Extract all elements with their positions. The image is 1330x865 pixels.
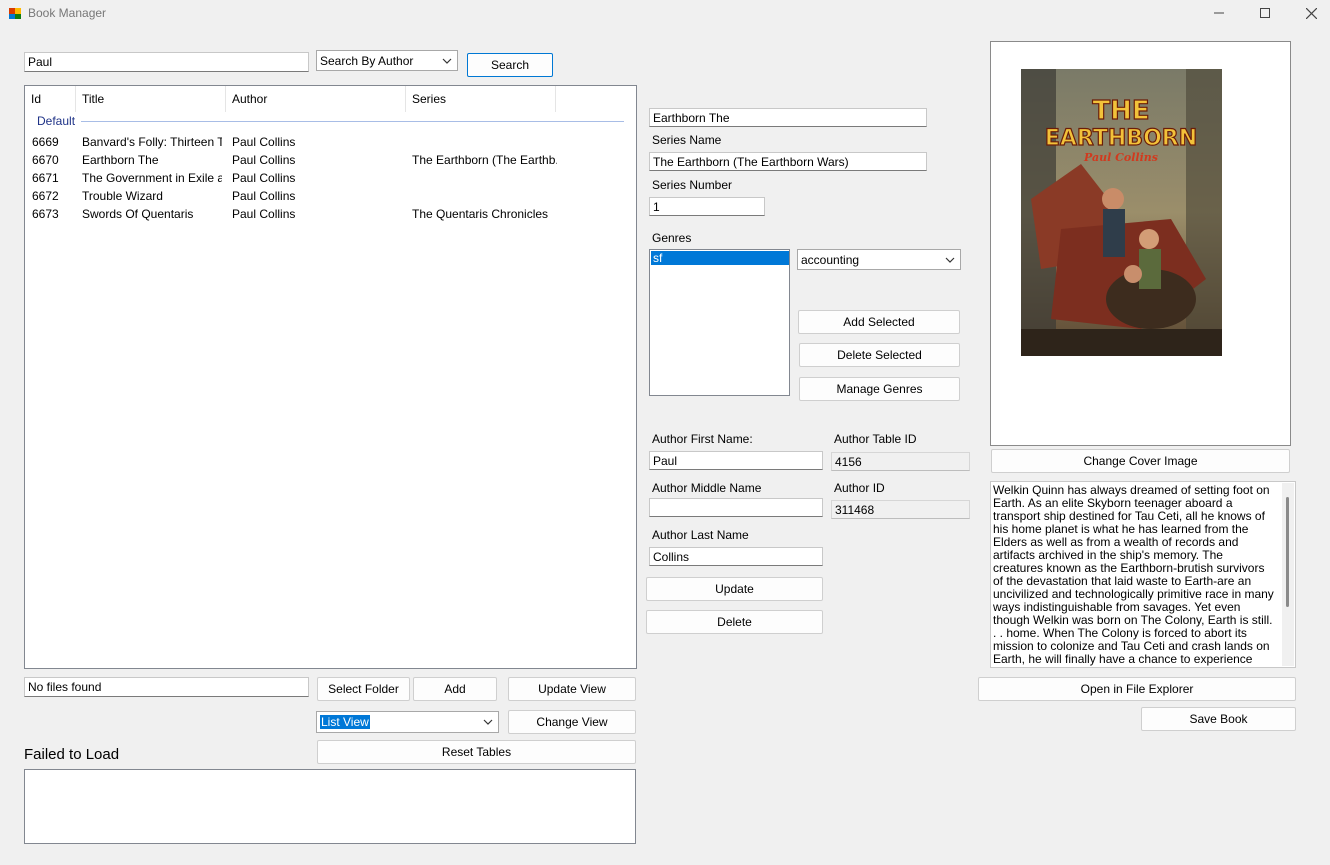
app-icon [8,6,22,20]
column-header-title[interactable]: Title [76,86,226,112]
scrollbar-thumb[interactable] [1286,497,1289,607]
manage-genres-button[interactable]: Manage Genres [799,377,960,401]
genre-item[interactable]: sf [651,251,789,265]
cover-author-text: Paul Collins [1083,151,1158,164]
table-row[interactable]: 6673 Swords Of Quentaris Paul Collins Th… [25,205,636,223]
series-name-field[interactable]: The Earthborn (The Earthborn Wars) [649,152,927,171]
group-divider [81,121,624,122]
series-name-label: Series Name [652,133,722,147]
minimize-button[interactable] [1196,0,1242,26]
delete-selected-genre-button[interactable]: Delete Selected [799,343,960,367]
cell-id: 6671 [32,171,59,185]
column-header-id[interactable]: Id [25,86,76,112]
author-id-label: Author ID [834,481,885,495]
add-button[interactable]: Add [413,677,497,701]
cell-id: 6670 [32,153,59,167]
author-middle-name-field[interactable] [649,498,823,517]
search-button[interactable]: Search [467,53,553,77]
list-header: Id Title Author Series [25,86,636,112]
update-button[interactable]: Update [646,577,823,601]
table-row[interactable]: 6672 Trouble Wizard Paul Collins [25,187,636,205]
chevron-down-icon [943,253,957,267]
cell-id: 6672 [32,189,59,203]
author-first-name-label: Author First Name: [652,432,753,446]
open-in-file-explorer-button[interactable]: Open in File Explorer [978,677,1296,701]
series-number-field[interactable]: 1 [649,197,765,216]
view-mode-value: List View [320,715,370,729]
change-cover-image-button[interactable]: Change Cover Image [991,449,1290,473]
close-button[interactable] [1288,0,1330,26]
search-mode-select[interactable]: Search By Author [316,50,458,71]
table-row[interactable]: 6669 Banvard's Folly: Thirteen T... Paul… [25,133,636,151]
table-row[interactable]: 6670 Earthborn The Paul Collins The Eart… [25,151,636,169]
cell-title: The Government in Exile a... [82,171,222,185]
author-first-name-field[interactable]: Paul [649,451,823,470]
cell-author: Paul Collins [232,189,296,203]
search-mode-value: Search By Author [320,53,414,68]
genres-label: Genres [652,231,692,245]
cell-title: Swords Of Quentaris [82,207,194,221]
author-last-name-label: Author Last Name [652,528,749,542]
table-row[interactable]: 6671 The Government in Exile a... Paul C… [25,169,636,187]
cell-title: Banvard's Folly: Thirteen T... [82,135,222,149]
cell-id: 6673 [32,207,59,221]
cell-title: Earthborn The [82,153,159,167]
update-view-button[interactable]: Update View [508,677,636,701]
cell-series: The Earthborn (The Earthb... [412,153,557,167]
author-table-id-label: Author Table ID [834,432,917,446]
genre-list[interactable]: sf [649,249,790,396]
view-mode-select[interactable]: List View [316,711,499,733]
save-book-button[interactable]: Save Book [1141,707,1296,731]
chevron-down-icon [481,715,495,729]
list-group-label: Default [37,114,76,128]
column-header-series[interactable]: Series [406,86,556,112]
author-table-id-field: 4156 [831,452,970,471]
reset-tables-button[interactable]: Reset Tables [317,740,636,764]
search-input[interactable]: Paul [24,52,309,72]
cell-title: Trouble Wizard [82,189,163,203]
book-list[interactable]: Id Title Author Series Default 6669 Banv… [24,85,637,669]
failed-to-load-list[interactable] [24,769,636,844]
cell-author: Paul Collins [232,135,296,149]
cover-title-line1: THE [1092,96,1149,126]
maximize-button[interactable] [1242,0,1288,26]
files-status-field[interactable]: No files found [24,677,309,697]
chevron-down-icon [440,54,454,68]
book-title-field[interactable]: Earthborn The [649,108,927,127]
cell-series: The Quentaris Chronicles [412,207,549,221]
column-header-author[interactable]: Author [226,86,406,112]
failed-to-load-label: Failed to Load [24,746,120,763]
description-scrollbar[interactable] [1282,483,1294,666]
cover-image-frame: THE EARTHBORN Paul Collins [990,41,1291,446]
cell-author: Paul Collins [232,207,296,221]
description-text: Welkin Quinn has always dreamed of setti… [993,483,1274,668]
description-textbox[interactable]: Welkin Quinn has always dreamed of setti… [990,481,1296,668]
window-title: Book Manager [28,6,107,20]
cover-title-line2: EARTHBORN [1045,126,1197,151]
author-id-field: 311468 [831,500,970,519]
genre-select-value: accounting [801,252,860,267]
add-selected-genre-button[interactable]: Add Selected [798,310,960,334]
series-number-label: Series Number [652,178,733,192]
select-folder-button[interactable]: Select Folder [317,677,410,701]
author-middle-name-label: Author Middle Name [652,481,762,495]
author-last-name-field[interactable]: Collins [649,547,823,566]
genre-select[interactable]: accounting [797,249,961,270]
title-bar: Book Manager [0,0,1330,26]
cell-author: Paul Collins [232,171,296,185]
book-cover-image: THE EARTHBORN Paul Collins [1021,69,1222,356]
cell-id: 6669 [32,135,59,149]
change-view-button[interactable]: Change View [508,710,636,734]
cell-author: Paul Collins [232,153,296,167]
delete-button[interactable]: Delete [646,610,823,634]
